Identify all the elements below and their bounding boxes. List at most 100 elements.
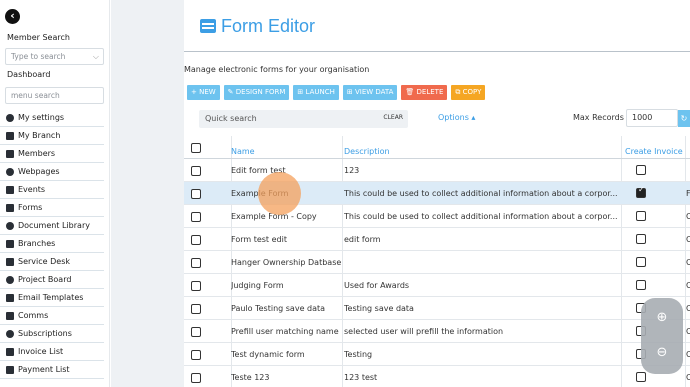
row-extra-column: C <box>686 258 690 267</box>
create-invoice-checkbox[interactable] <box>636 185 646 198</box>
zoom-controls: ⊕ ⊖ <box>641 298 683 374</box>
sidebar-item-label: Comms <box>18 311 49 320</box>
launch-button[interactable]: ⊞ LAUNCH <box>293 85 339 100</box>
select-all-checkbox[interactable] <box>191 136 205 159</box>
sidebar-item-comms[interactable]: Comms <box>0 307 104 325</box>
sidebar-item-label: Webpages <box>18 167 60 176</box>
row-extra-column: C <box>686 327 690 336</box>
table-row[interactable]: Judging Form Used for Awards C <box>184 274 690 297</box>
forms-table: Name Description Create Invoice Edit for… <box>184 136 690 387</box>
headset-icon <box>6 258 14 266</box>
table-row[interactable]: Teste 123 123 test C <box>184 366 690 387</box>
row-extra-column: C <box>686 235 690 244</box>
new-button[interactable]: + NEW <box>187 85 220 100</box>
view-data-button[interactable]: ⊞ VIEW DATA <box>342 85 398 100</box>
row-checkbox[interactable] <box>191 297 205 320</box>
chevron-down-icon: ⌵ <box>92 52 99 61</box>
menu-search-input[interactable]: menu search <box>5 87 104 104</box>
row-checkbox[interactable] <box>191 320 205 343</box>
row-checkbox[interactable] <box>191 182 205 205</box>
create-invoice-checkbox[interactable] <box>636 372 646 382</box>
clear-button[interactable]: CLEAR <box>383 114 403 121</box>
row-checkbox[interactable] <box>191 366 205 387</box>
sidebar-item-subscriptions[interactable]: Subscriptions <box>0 325 104 343</box>
row-description: Used for Awards <box>344 281 410 290</box>
row-description: This could be used to collect additional… <box>344 212 618 221</box>
table-row[interactable]: Prefill user matching name selected user … <box>184 320 690 343</box>
refresh-icon[interactable]: ↻ <box>678 110 690 127</box>
page-subtitle: Manage electronic forms for your organis… <box>184 65 370 74</box>
quick-search-input[interactable]: Quick search CLEAR <box>199 110 408 128</box>
create-invoice-checkbox[interactable] <box>636 234 646 244</box>
building-icon <box>6 132 14 140</box>
row-checkbox[interactable] <box>191 274 205 297</box>
create-invoice-checkbox[interactable] <box>636 165 646 175</box>
row-description: Testing <box>344 350 373 359</box>
file-icon <box>6 222 14 230</box>
sidebar-item-forms[interactable]: Forms <box>0 199 104 217</box>
menu-search-placeholder: menu search <box>11 91 60 100</box>
file-invoice-icon <box>6 348 14 356</box>
calendar-icon <box>6 186 14 194</box>
credit-card-icon <box>6 366 14 374</box>
row-name: Paulo Testing save data <box>231 304 326 313</box>
sidebar-item-my-settings[interactable]: My settings <box>0 109 104 127</box>
zoom-out-icon[interactable]: ⊖ <box>652 343 672 363</box>
max-records-input[interactable]: 1000 <box>626 109 678 127</box>
sidebar-item-label: Members <box>18 149 56 158</box>
row-extra-column: F <box>686 189 690 198</box>
table-row[interactable]: Form test edit edit form C <box>184 228 690 251</box>
click-indicator <box>258 172 301 215</box>
row-description <box>344 251 620 274</box>
sidebar-item-document-library[interactable]: Document Library <box>0 217 104 235</box>
create-invoice-checkbox[interactable] <box>636 211 646 221</box>
title-divider <box>184 51 690 52</box>
sidebar-item-members[interactable]: Members <box>0 145 104 163</box>
table-row[interactable]: Hanger Ownership Datbase test C <box>184 251 690 274</box>
comment-icon <box>6 312 14 320</box>
delete-button[interactable]: 🗑 DELETE <box>401 85 448 100</box>
table-row[interactable]: Edit form test 123 <box>184 159 690 182</box>
sidebar-item-label: Events <box>18 185 46 194</box>
row-checkbox[interactable] <box>191 205 205 228</box>
table-row[interactable]: Test dynamic form Testing C <box>184 343 690 366</box>
table-row[interactable]: Example Form - Copy This could be used to… <box>184 205 690 228</box>
sidebar-item-service-desk[interactable]: Service Desk <box>0 253 104 271</box>
sidebar-item-events[interactable]: Events <box>0 181 104 199</box>
copy-button[interactable]: ⧉ COPY <box>451 85 486 100</box>
sidebar-item-label: Project Board <box>18 275 72 284</box>
sidebar-item-label: Email Templates <box>18 293 84 302</box>
sidebar-item-label: Invoice List <box>18 347 64 356</box>
toolbar: + NEW ✎ DESIGN FORM ⊞ LAUNCH ⊞ VIEW DATA… <box>187 85 486 100</box>
row-extra-column: C <box>686 212 690 221</box>
sidebar-item-webpages[interactable]: Webpages <box>0 163 104 181</box>
table-icon <box>6 204 14 212</box>
dashboard-link[interactable]: Dashboard <box>7 70 50 79</box>
sidebar-item-invoice-list[interactable]: Invoice List <box>0 343 104 361</box>
row-extra-column: C <box>686 350 690 359</box>
member-search-placeholder: Type to search <box>11 52 66 61</box>
row-checkbox[interactable] <box>191 159 205 182</box>
sitemap-icon <box>6 276 14 284</box>
create-invoice-checkbox[interactable] <box>636 280 646 290</box>
row-checkbox[interactable] <box>191 251 205 274</box>
member-search-input[interactable]: Type to search ⌵ <box>5 48 104 65</box>
sidebar-item-label: Document Library <box>18 221 90 230</box>
row-name: Hanger Ownership Datbase test <box>231 258 341 267</box>
sidebar-item-payment-list[interactable]: Payment List <box>0 361 104 379</box>
row-checkbox[interactable] <box>191 228 205 251</box>
sidebar-item-label: Subscriptions <box>18 329 72 338</box>
create-invoice-checkbox[interactable] <box>636 257 646 267</box>
row-checkbox[interactable] <box>191 343 205 366</box>
sidebar-item-project-board[interactable]: Project Board <box>0 271 104 289</box>
design-form-button[interactable]: ✎ DESIGN FORM <box>223 85 290 100</box>
sidebar-item-my-branch[interactable]: My Branch <box>0 127 104 145</box>
options-dropdown[interactable]: Options ▴ <box>438 113 475 122</box>
back-icon[interactable]: ‹ <box>5 9 20 24</box>
zoom-in-icon[interactable]: ⊕ <box>652 308 672 328</box>
table-row[interactable]: Paulo Testing save data Testing save data… <box>184 297 690 320</box>
sidebar-item-branches[interactable]: Branches <box>0 235 104 253</box>
row-extra-column: C <box>686 373 690 382</box>
sidebar-item-email-templates[interactable]: Email Templates <box>0 289 104 307</box>
sidebar-item-label: Service Desk <box>18 257 70 266</box>
